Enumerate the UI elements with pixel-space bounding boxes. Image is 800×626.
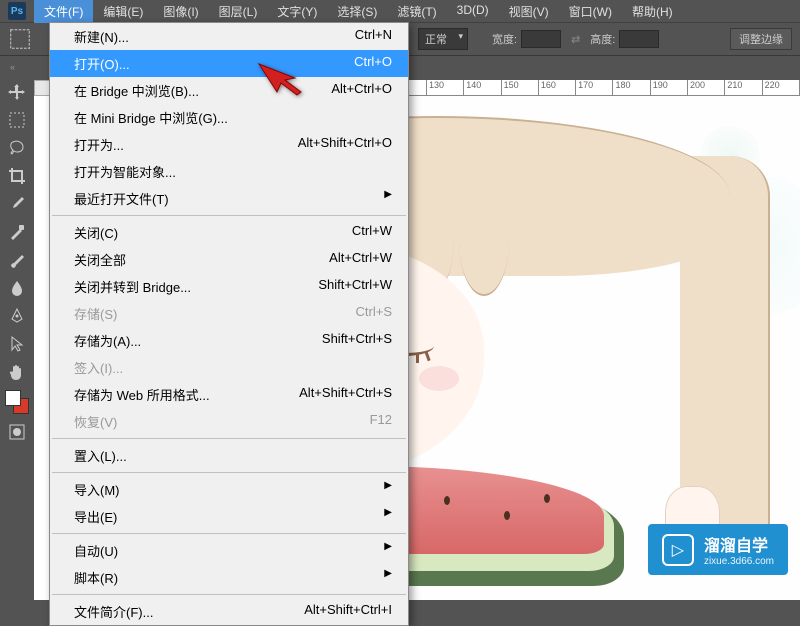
menu-4[interactable]: 文字(Y) (267, 0, 327, 23)
menu-item[interactable]: 打开为智能对象... (50, 158, 408, 185)
collapse-toolbar-icon[interactable]: « (10, 62, 24, 74)
file-menu-dropdown: 新建(N)...Ctrl+N打开(O)...Ctrl+O在 Bridge 中浏览… (49, 22, 409, 626)
menu-item[interactable]: 置入(L)... (50, 442, 408, 469)
app-logo: Ps (8, 2, 26, 20)
menu-6[interactable]: 滤镜(T) (387, 0, 446, 23)
mode-dropdown[interactable]: 正常 (418, 28, 468, 50)
menu-item[interactable]: 关闭全部Alt+Ctrl+W (50, 246, 408, 273)
menubar: Ps 文件(F)编辑(E)图像(I)图层(L)文字(Y)选择(S)滤镜(T)3D… (0, 0, 800, 22)
watermark-badge: ▷ 溜溜自学 zixue.3d66.com (648, 524, 788, 575)
menu-9[interactable]: 窗口(W) (559, 0, 622, 23)
menu-separator (52, 215, 406, 216)
menu-item[interactable]: 关闭并转到 Bridge...Shift+Ctrl+W (50, 273, 408, 300)
menu-separator (52, 533, 406, 534)
watermark-subtitle: zixue.3d66.com (704, 556, 774, 567)
menu-item[interactable]: 存储为 Web 所用格式...Alt+Shift+Ctrl+S (50, 381, 408, 408)
swap-icon[interactable]: ⇄ (571, 33, 580, 46)
height-label: 高度: (590, 31, 615, 47)
menu-item[interactable]: 打开(O)...Ctrl+O (50, 50, 408, 77)
menu-separator (52, 594, 406, 595)
marquee-tool[interactable] (5, 108, 29, 132)
menu-item[interactable]: 自动(U)▶ (50, 537, 408, 564)
blur-tool[interactable] (5, 276, 29, 300)
menu-2[interactable]: 图像(I) (153, 0, 208, 23)
menu-5[interactable]: 选择(S) (327, 0, 387, 23)
path-selection-tool[interactable] (5, 332, 29, 356)
move-tool[interactable] (5, 80, 29, 104)
width-input[interactable] (521, 30, 561, 48)
color-swatches[interactable] (5, 390, 29, 414)
menu-item[interactable]: 在 Mini Bridge 中浏览(G)... (50, 104, 408, 131)
menu-item: 签入(I)... (50, 354, 408, 381)
menu-separator (52, 472, 406, 473)
menu-item[interactable]: 导入(M)▶ (50, 476, 408, 503)
watermark-title: 溜溜自学 (704, 532, 774, 556)
healing-brush-tool[interactable] (5, 220, 29, 244)
crop-tool[interactable] (5, 164, 29, 188)
refine-edge-button[interactable]: 调整边缘 (730, 28, 792, 50)
menu-item[interactable]: 文件简介(F)...Alt+Shift+Ctrl+I (50, 598, 408, 625)
menu-7[interactable]: 3D(D) (447, 0, 499, 23)
brush-tool[interactable] (5, 248, 29, 272)
menu-item[interactable]: 新建(N)...Ctrl+N (50, 23, 408, 50)
menu-item[interactable]: 关闭(C)Ctrl+W (50, 219, 408, 246)
tool-preset-icon[interactable] (8, 27, 32, 51)
foreground-color[interactable] (5, 390, 21, 406)
tools-panel: « (0, 56, 34, 446)
height-input[interactable] (619, 30, 659, 48)
pen-tool[interactable] (5, 304, 29, 328)
play-icon: ▷ (662, 534, 694, 566)
menu-item[interactable]: 最近打开文件(T)▶ (50, 185, 408, 212)
menu-1[interactable]: 编辑(E) (93, 0, 153, 23)
menu-item: 存储(S)Ctrl+S (50, 300, 408, 327)
menu-separator (52, 438, 406, 439)
menu-item[interactable]: 导出(E)▶ (50, 503, 408, 530)
lasso-tool[interactable] (5, 136, 29, 160)
eyedropper-tool[interactable] (5, 192, 29, 216)
menu-3[interactable]: 图层(L) (209, 0, 268, 23)
menu-item[interactable]: 在 Bridge 中浏览(B)...Alt+Ctrl+O (50, 77, 408, 104)
menu-8[interactable]: 视图(V) (499, 0, 559, 23)
menu-item: 恢复(V)F12 (50, 408, 408, 435)
menu-item[interactable]: 存储为(A)...Shift+Ctrl+S (50, 327, 408, 354)
menu-10[interactable]: 帮助(H) (622, 0, 683, 23)
quick-mask-tool[interactable] (5, 420, 29, 444)
width-label: 宽度: (492, 31, 517, 47)
menu-item[interactable]: 打开为...Alt+Shift+Ctrl+O (50, 131, 408, 158)
hand-tool[interactable] (5, 360, 29, 384)
menu-item[interactable]: 脚本(R)▶ (50, 564, 408, 591)
menu-0[interactable]: 文件(F) (34, 0, 93, 23)
